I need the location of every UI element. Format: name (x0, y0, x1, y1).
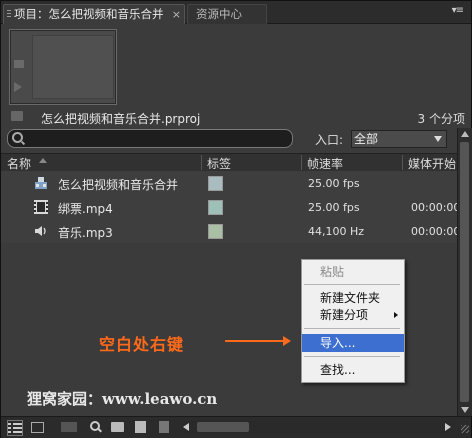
label-swatch[interactable] (208, 176, 223, 191)
item-list: 怎么把视频和音乐合并 25.00 fps 绑票.mp4 25.00 fps 00… (1, 171, 461, 243)
item-name: 绑票.mp4 (58, 202, 113, 216)
context-menu: 粘贴 新建文件夹 新建分项 导入... 查找... (301, 259, 405, 383)
menu-item-new-item[interactable]: 新建分项 (302, 306, 404, 324)
menu-item-new-bin[interactable]: 新建文件夹 (302, 289, 404, 307)
panel-menu-icon[interactable]: ▾≡ (452, 5, 464, 16)
chevron-down-icon (434, 136, 442, 142)
automate-to-sequence-icon[interactable] (61, 422, 77, 432)
project-panel: 项目：怎么把视频和音乐合并 × 资源中心 ▾≡ 怎么把视频和音乐合并.prpro… (0, 0, 472, 438)
item-name: 音乐.mp3 (58, 226, 113, 240)
drag-grip-icon[interactable] (7, 10, 11, 19)
in-label: 入口: (315, 133, 344, 147)
new-bin-icon[interactable] (111, 422, 124, 432)
column-name[interactable]: 名称 (7, 155, 31, 172)
scroll-up-icon[interactable] (461, 131, 469, 137)
menu-divider (304, 284, 400, 285)
tab-project-label: 项目：怎么把视频和音乐合并 (14, 7, 164, 21)
audio-clip-icon (34, 224, 48, 238)
bottom-toolbar (1, 416, 471, 438)
table-row[interactable]: 绑票.mp4 25.00 fps 00:00:00 (1, 195, 461, 219)
find-icon[interactable] (89, 420, 103, 434)
scroll-down-icon[interactable] (461, 407, 469, 413)
icon-view-icon[interactable] (31, 422, 44, 433)
watermark: 狸窝家园：www.leawo.cn (27, 390, 218, 408)
media-start-value: 00:00:00 (411, 201, 461, 214)
menu-item-find[interactable]: 查找... (302, 361, 404, 379)
horizontal-scrollbar[interactable] (181, 420, 453, 434)
list-view-icon[interactable] (7, 420, 23, 436)
item-count: 3 个分项 (417, 112, 465, 126)
table-row[interactable]: 怎么把视频和音乐合并 25.00 fps (1, 171, 457, 195)
menu-divider (304, 356, 400, 357)
vertical-scrollbar[interactable] (457, 128, 472, 416)
frame-rate-value: 25.00 fps (308, 201, 360, 214)
new-item-icon[interactable] (135, 421, 146, 433)
panel-tab-bar: 项目：怎么把视频和音乐合并 × 资源中心 ▾≡ (1, 1, 471, 24)
menu-divider (304, 328, 400, 329)
close-icon[interactable]: × (172, 5, 181, 24)
label-swatch[interactable] (208, 224, 223, 239)
in-dropdown[interactable]: 全部 (351, 130, 447, 148)
menu-item-import[interactable]: 导入... (302, 334, 404, 352)
scroll-thumb[interactable] (460, 142, 469, 402)
menu-item-label: 导入... (320, 336, 356, 350)
column-media-start[interactable]: 媒体开始 (408, 155, 456, 172)
arrow-right-icon (225, 336, 291, 346)
preview-thumbnail (9, 29, 117, 105)
scroll-thumb[interactable] (197, 422, 249, 432)
column-divider[interactable] (301, 155, 302, 170)
project-file-name: 怎么把视频和音乐合并.prproj (41, 112, 201, 126)
search-icon (12, 132, 23, 143)
frame-rate-value: 25.00 fps (308, 177, 360, 190)
menu-item-label: 新建分项 (320, 308, 369, 322)
tab-project[interactable]: 项目：怎么把视频和音乐合并 × (3, 4, 185, 24)
sequence-icon (34, 176, 48, 190)
scroll-right-icon[interactable] (445, 423, 451, 431)
preview-screen (32, 35, 114, 99)
play-icon[interactable] (14, 82, 22, 92)
trash-icon[interactable] (159, 421, 169, 433)
video-clip-icon (34, 200, 48, 214)
submenu-arrow-icon (394, 312, 398, 318)
media-start-value: 00:00:00 (411, 225, 461, 238)
column-frame-rate[interactable]: 帧速率 (307, 155, 343, 172)
item-name: 怎么把视频和音乐合并 (58, 178, 179, 192)
column-label[interactable]: 标签 (207, 155, 231, 172)
column-header-row: 名称 标签 帧速率 媒体开始 (1, 153, 457, 172)
column-divider[interactable] (201, 155, 202, 170)
label-swatch[interactable] (208, 200, 223, 215)
annotation-text: 空白处右键 (99, 335, 185, 354)
tab-resource-center[interactable]: 资源中心 (187, 4, 267, 24)
menu-item-paste: 粘贴 (302, 263, 404, 281)
menu-item-label: 新建文件夹 (320, 291, 381, 305)
menu-item-label: 粘贴 (320, 265, 345, 279)
table-row[interactable]: 音乐.mp3 44,100 Hz 00:00:00 (1, 219, 461, 243)
resize-grip-icon[interactable] (461, 425, 469, 433)
project-file-icon (11, 111, 23, 121)
scroll-left-icon[interactable] (183, 423, 189, 431)
frame-rate-value: 44,100 Hz (308, 225, 365, 238)
menu-item-label: 查找... (320, 363, 356, 377)
column-divider[interactable] (402, 155, 403, 170)
search-input[interactable] (7, 129, 293, 148)
poster-frame-icon[interactable] (14, 60, 24, 68)
sort-ascending-icon[interactable] (39, 158, 47, 163)
in-dropdown-value: 全部 (354, 132, 379, 146)
